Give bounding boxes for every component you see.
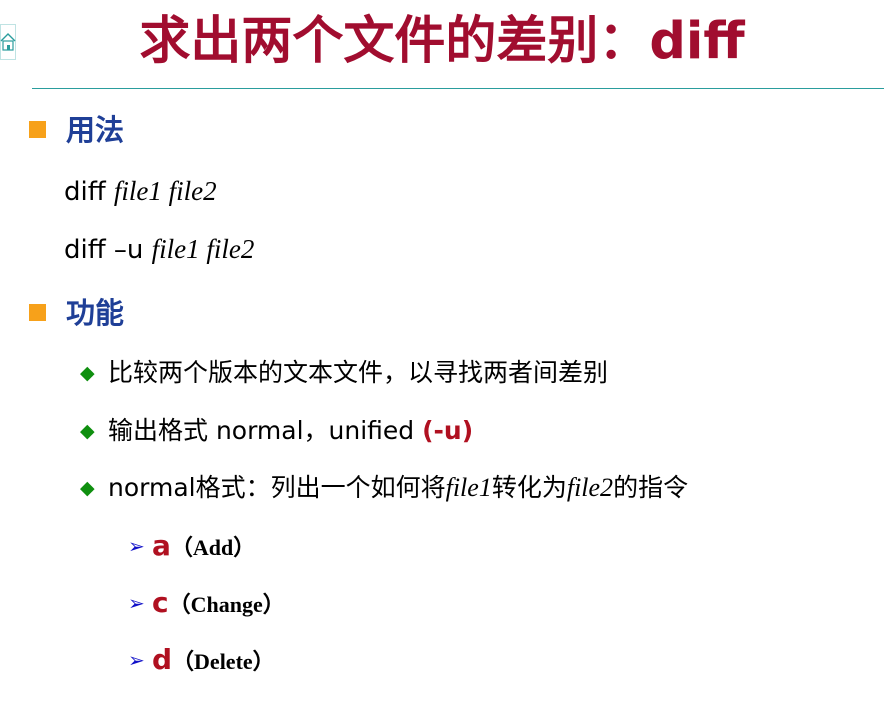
diamond-bullet-icon: ◆ (80, 362, 95, 384)
operation-letter: d (152, 643, 173, 676)
slide-title: 求出两个文件的差别：diff (139, 12, 745, 71)
usage-line: diff –u file1 file2 (64, 233, 254, 266)
square-bullet-icon (29, 304, 46, 321)
unified-flag: (-u) (422, 416, 474, 445)
usage-args: file1 file2 (151, 234, 255, 264)
normal-format-prefix: normal格式：列出一个如何将 (108, 473, 446, 502)
operation-item: d（Delete） (152, 644, 275, 680)
file1-name: file1 (445, 473, 492, 502)
usage-args: file1 file2 (113, 176, 217, 206)
usage-heading: 用法 (66, 113, 125, 147)
operation-item: c（Change） (152, 587, 285, 623)
usage-command: diff –u (64, 235, 152, 265)
function-item: normal格式：列出一个如何将file1转化为file2的指令 (108, 472, 688, 504)
operation-name: （Delete） (172, 649, 275, 674)
usage-command: diff (64, 177, 114, 207)
operation-letter: c (152, 586, 169, 619)
normal-format-suffix: 的指令 (613, 473, 689, 502)
function-item: 比较两个版本的文本文件，以寻找两者间差别 (108, 358, 609, 387)
operation-name: （Change） (168, 592, 285, 617)
arrow-bullet-icon: ➢ (128, 591, 145, 615)
square-bullet-icon (29, 121, 46, 138)
function-heading: 功能 (66, 296, 125, 330)
output-format-text: 输出格式 normal，unified (108, 416, 423, 445)
operation-letter: a (152, 529, 171, 562)
operation-name: （Add） (170, 535, 256, 560)
title-divider (32, 88, 884, 89)
diamond-bullet-icon: ◆ (80, 420, 95, 442)
function-item: 输出格式 normal，unified (-u) (108, 415, 473, 447)
usage-line: diff file1 file2 (64, 175, 217, 208)
normal-format-middle: 转化为 (491, 473, 567, 502)
arrow-bullet-icon: ➢ (128, 648, 145, 672)
file2-name: file2 (566, 473, 614, 502)
diamond-bullet-icon: ◆ (80, 477, 95, 499)
arrow-bullet-icon: ➢ (128, 534, 145, 558)
operation-item: a（Add） (152, 530, 255, 566)
